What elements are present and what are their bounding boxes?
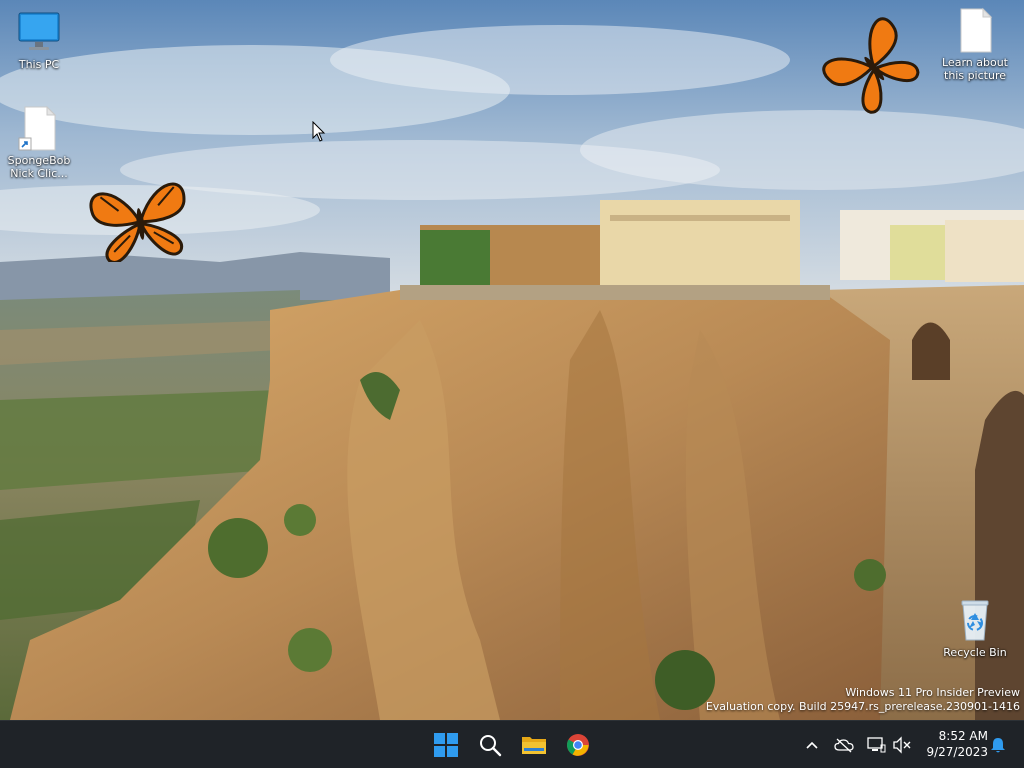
spongebob-label: SpongeBob Nick Clic... bbox=[7, 154, 71, 180]
taskbar: 8:52 AM 9/27/2023 bbox=[0, 720, 1024, 768]
onedrive-tray-button[interactable] bbox=[832, 733, 856, 757]
mouse-cursor-icon bbox=[312, 121, 326, 142]
clock-date: 9/27/2023 bbox=[926, 745, 988, 759]
network-icon bbox=[867, 737, 886, 753]
desktop-icon-this-pc[interactable]: This PC bbox=[2, 8, 76, 71]
folder-icon bbox=[522, 737, 546, 754]
start-button[interactable] bbox=[428, 727, 464, 763]
search-icon bbox=[480, 735, 502, 757]
monitor-icon bbox=[15, 8, 63, 56]
chrome-button[interactable] bbox=[560, 727, 596, 763]
watermark-build: Evaluation copy. Build 25947.rs_prerelea… bbox=[705, 700, 1020, 713]
network-tray-button[interactable] bbox=[864, 733, 888, 757]
windows-logo-icon bbox=[434, 733, 458, 757]
learn-about-label: Learn about this picture bbox=[942, 56, 1008, 82]
cloud-offline-icon bbox=[834, 738, 854, 753]
desktop-icon-learn-about-picture[interactable]: Learn about this picture bbox=[938, 6, 1012, 82]
recycle-bin-label: Recycle Bin bbox=[943, 646, 1007, 659]
chrome-icon bbox=[567, 734, 589, 756]
chevron-up-icon bbox=[806, 741, 818, 749]
watermark-edition: Windows 11 Pro Insider Preview bbox=[845, 686, 1020, 699]
volume-muted-icon bbox=[893, 736, 911, 754]
bell-icon bbox=[991, 738, 1005, 753]
desktop-icon-spongebob[interactable]: SpongeBob Nick Clic... bbox=[2, 104, 76, 180]
search-button[interactable] bbox=[472, 727, 508, 763]
this-pc-label: This PC bbox=[18, 58, 60, 71]
show-hidden-icons-button[interactable] bbox=[800, 733, 824, 757]
file-icon bbox=[951, 6, 999, 54]
clock-time: 8:52 AM bbox=[938, 729, 988, 743]
notifications-button[interactable] bbox=[986, 733, 1010, 757]
butterfly-icon bbox=[89, 182, 186, 262]
recycle-bin-icon bbox=[951, 596, 999, 644]
desktop-icon-recycle-bin[interactable]: Recycle Bin bbox=[938, 596, 1012, 659]
evaluation-watermark: Windows 11 Pro Insider Preview Evaluatio… bbox=[706, 686, 1020, 714]
desktop[interactable]: This PC SpongeBob Nick Clic... Learn abo… bbox=[0, 0, 1024, 720]
clock[interactable]: 8:52 AM 9/27/2023 bbox=[926, 728, 988, 760]
shortcut-file-icon bbox=[15, 104, 63, 152]
butterfly-icon bbox=[822, 17, 920, 114]
file-explorer-button[interactable] bbox=[516, 727, 552, 763]
volume-tray-button[interactable] bbox=[890, 733, 914, 757]
